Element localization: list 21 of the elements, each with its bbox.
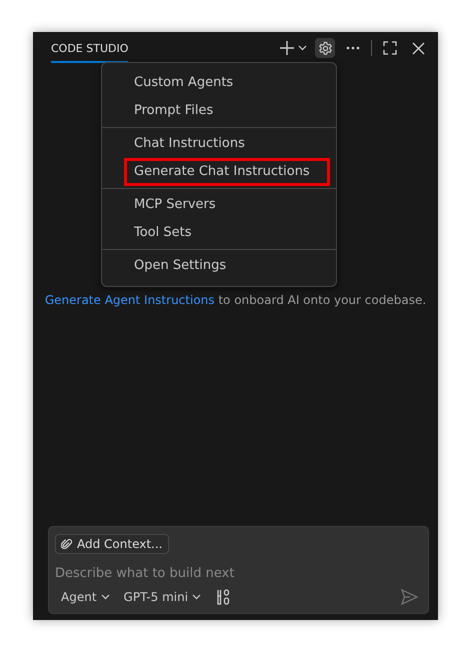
chat-input-box[interactable]: Add Context... Describe what to build next Agent GPT-5 mini	[48, 526, 429, 614]
paperclip-icon	[61, 538, 72, 550]
menu-item[interactable]: Prompt Files	[124, 97, 330, 125]
mode-dropdown[interactable]: Agent	[61, 590, 110, 604]
menu-item[interactable]: Tool Sets	[124, 219, 330, 247]
chevron-icon	[192, 594, 202, 600]
menu-item[interactable]: Custom Agents	[124, 69, 330, 97]
menu-item[interactable]: Chat Instructions	[124, 130, 330, 158]
menu-item[interactable]: Generate Chat Instructions	[124, 158, 330, 186]
intro-text: Generate Agent Instructions to onboard AI onto your codebase.	[44, 292, 428, 309]
send-icon[interactable]	[401, 589, 418, 605]
chevron-icon	[100, 594, 110, 600]
add-context-button[interactable]: Add Context...	[55, 534, 168, 554]
chat-input-field[interactable]: Describe what to build next	[55, 554, 422, 589]
tools-icon[interactable]	[215, 589, 232, 605]
plus-icon[interactable]	[277, 38, 297, 58]
model-dropdown[interactable]: GPT-5 mini	[124, 590, 202, 604]
instructions-link[interactable]: Generate Agent Instructions	[44, 293, 215, 307]
settings-icon[interactable]	[315, 38, 335, 58]
menu-item[interactable]: MCP Servers	[124, 191, 330, 219]
menu-item[interactable]: Open Settings	[124, 252, 330, 280]
